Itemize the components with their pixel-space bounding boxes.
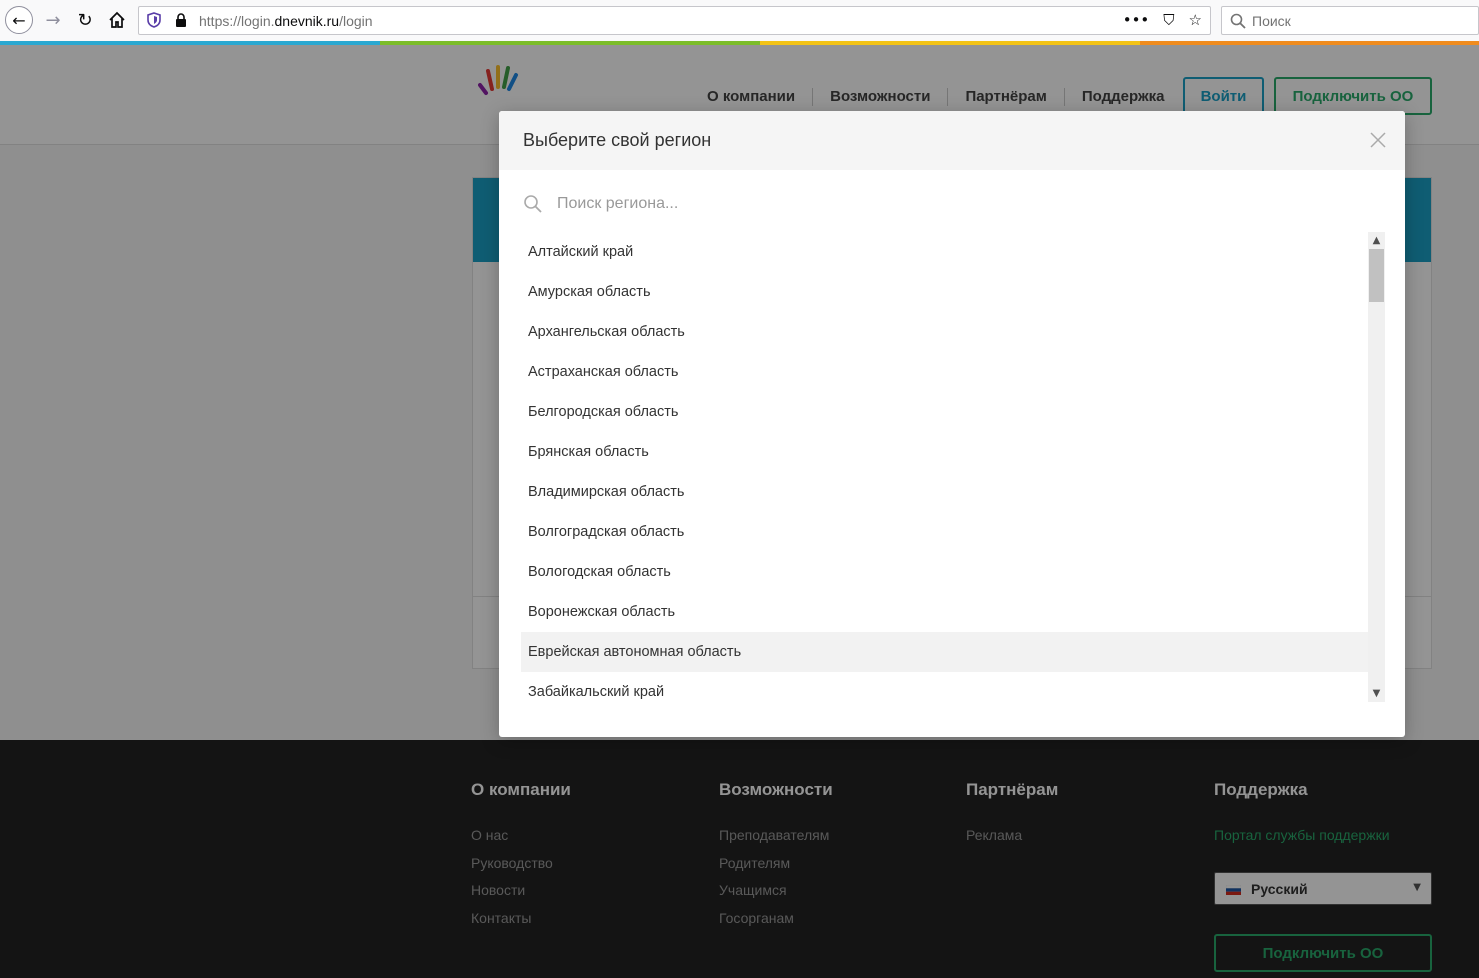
- region-list-scrollbar[interactable]: ▲ ▼: [1368, 232, 1385, 702]
- pocket-icon[interactable]: ⛉: [1163, 11, 1174, 29]
- region-item[interactable]: Забайкальский край: [521, 672, 1368, 702]
- browser-search-bar[interactable]: Поиск: [1221, 6, 1479, 35]
- close-icon[interactable]: [1369, 131, 1387, 149]
- search-icon: [1230, 13, 1246, 29]
- region-item[interactable]: Воронежская область: [521, 592, 1368, 632]
- url-domain: dnevnik.ru: [274, 13, 340, 29]
- region-item[interactable]: Архангельская область: [521, 312, 1368, 352]
- browser-search-placeholder: Поиск: [1252, 13, 1291, 29]
- back-button[interactable]: ←: [5, 6, 33, 34]
- browser-toolbar: ← → ↻ https://login.dnevnik.ru/login •••…: [0, 0, 1479, 42]
- scrollbar-thumb[interactable]: [1369, 249, 1384, 302]
- modal-title: Выберите свой регион: [523, 130, 712, 150]
- region-item[interactable]: Белгородская область: [521, 392, 1368, 432]
- region-item[interactable]: Владимирская область: [521, 472, 1368, 512]
- home-button[interactable]: [103, 6, 131, 34]
- modal-header: Выберите свой регион: [499, 111, 1405, 170]
- region-item[interactable]: Вологодская область: [521, 552, 1368, 592]
- region-item-hovered[interactable]: Еврейская автономная область: [521, 632, 1368, 672]
- region-modal: Выберите свой регион Алтайский край Амур…: [499, 111, 1405, 737]
- scroll-down-arrow-icon[interactable]: ▼: [1368, 685, 1385, 702]
- region-item[interactable]: Амурская область: [521, 272, 1368, 312]
- region-item[interactable]: Астраханская область: [521, 352, 1368, 392]
- region-item[interactable]: Алтайский край: [521, 232, 1368, 272]
- region-search-input[interactable]: [557, 189, 1377, 219]
- scroll-up-arrow-icon[interactable]: ▲: [1368, 232, 1385, 249]
- region-item[interactable]: Брянская область: [521, 432, 1368, 472]
- arrow-right-icon: →: [45, 9, 61, 31]
- url-bar[interactable]: https://login.dnevnik.ru/login ••• ⛉ ☆: [138, 6, 1211, 35]
- reload-button[interactable]: ↻: [71, 6, 99, 34]
- reload-icon: ↻: [77, 9, 93, 31]
- arrow-left-icon: ←: [12, 10, 26, 30]
- search-icon: [524, 195, 542, 213]
- lock-icon[interactable]: [175, 13, 187, 27]
- region-item[interactable]: Волгоградская область: [521, 512, 1368, 552]
- url-actions: ••• ⛉ ☆: [1123, 11, 1202, 29]
- more-actions-icon[interactable]: •••: [1123, 11, 1150, 29]
- url-text: https://login.dnevnik.ru/login: [199, 13, 373, 29]
- url-prefix: https://login.: [199, 13, 275, 29]
- forward-button[interactable]: →: [39, 6, 67, 34]
- region-list: Алтайский край Амурская область Архангел…: [521, 232, 1368, 702]
- tracking-shield-icon[interactable]: [147, 12, 161, 28]
- home-icon: [109, 11, 125, 28]
- url-path: /login: [339, 13, 373, 29]
- bookmark-star-icon[interactable]: ☆: [1189, 11, 1202, 29]
